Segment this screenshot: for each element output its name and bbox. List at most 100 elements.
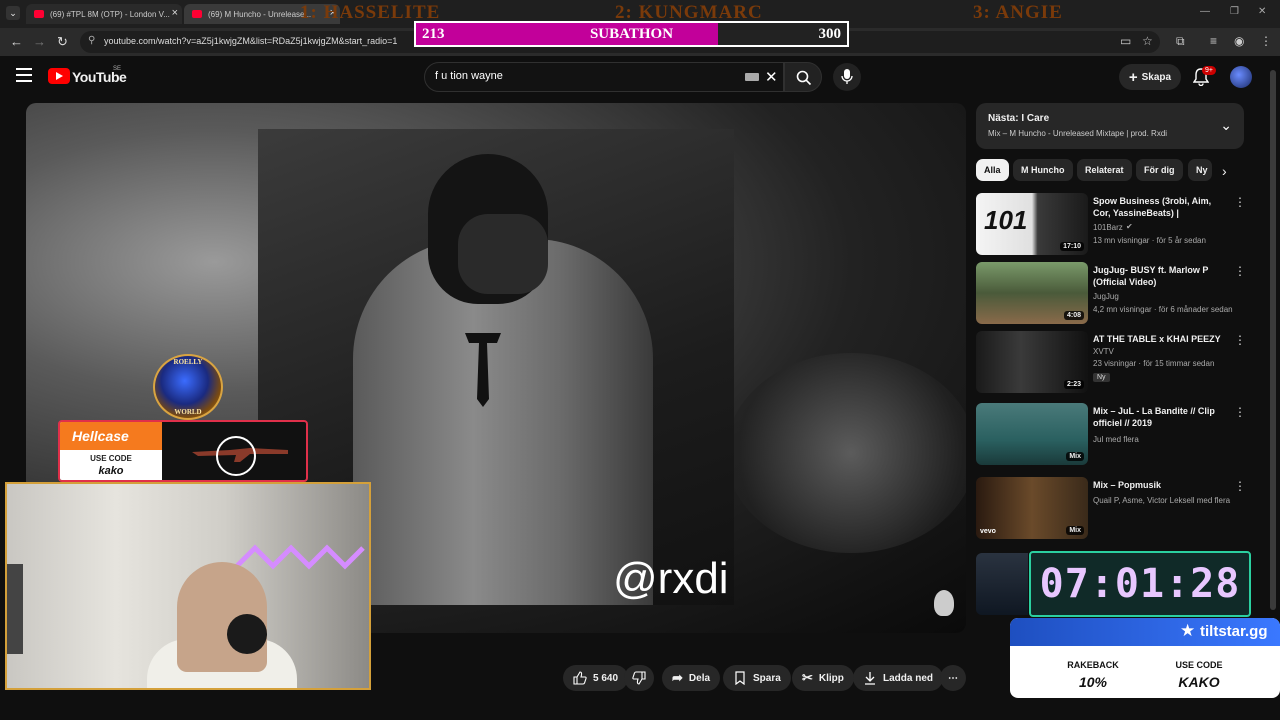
tab-search-button[interactable]: ⌄ [6,6,20,20]
tiltstar-header: ★ tiltstar.gg [1010,618,1280,646]
create-button[interactable]: + Skapa [1119,64,1181,90]
video-meta: 4,2 mn visningar · för 6 månader sedan [1093,305,1233,314]
clip-button[interactable]: ✂ Klipp [792,665,854,691]
search-box[interactable]: ✕ [424,62,784,92]
video-title[interactable]: JugJug- BUSY ft. Marlow P (Official Vide… [1093,264,1229,288]
more-vertical-icon[interactable]: ⋮ [1234,479,1246,493]
chip-related[interactable]: Relaterat [1077,159,1132,181]
recommendation-item[interactable]: 4:08 JugJug- BUSY ft. Marlow P (Official… [976,262,1246,324]
video-duration: 17:10 [1060,242,1084,251]
video-thumbnail[interactable]: Mix [976,403,1088,465]
channel-name[interactable]: JugJug [1093,292,1119,301]
channel-name[interactable]: 101Barz [1093,223,1123,232]
up-next-title: Nästa: I Care [988,113,1050,124]
video-thumbnail[interactable]: 4:08 [976,262,1088,324]
bookmark-star-icon[interactable]: ☆ [1142,34,1153,48]
more-vertical-icon[interactable]: ⋮ [1234,264,1246,278]
youtube-logo-icon[interactable] [48,68,70,84]
download-button[interactable]: Ladda ned [853,665,944,691]
video-title[interactable]: AT THE TABLE x KHAI PEEZY [1093,333,1229,345]
crosshair-icon [216,436,256,476]
chevron-down-icon[interactable]: ⌄ [1220,117,1232,134]
dislike-button[interactable] [624,665,654,691]
recommendation-item[interactable]: vevo Mix Mix – Popmusik Quail P, Asme, V… [976,477,1246,539]
browser-tab[interactable]: (69) #TPL 8M (OTP) - London V... × [26,4,182,24]
recommendation-item[interactable]: 2:23 AT THE TABLE x KHAI PEEZY XVTV 23 v… [976,331,1246,393]
save-button[interactable]: Spara [723,665,791,691]
timer-value: 07:01:28 [1039,561,1241,607]
thumbs-down-icon [632,671,646,685]
tiltstar-brand: tiltstar.gg [1200,623,1268,640]
close-window-icon[interactable]: ✕ [1258,6,1266,17]
voice-search-button[interactable] [833,63,861,91]
cast-icon[interactable]: ▭ [1120,34,1131,48]
channel-name[interactable]: Quail P, Asme, Victor Leksell med flera [1093,496,1230,505]
site-info-icon[interactable]: ⚲ [88,35,95,46]
video-thumbnail[interactable]: 101 17:10 [976,193,1088,255]
browser-tab-active[interactable]: (69) M Huncho - Unrelease... × [184,4,340,24]
chip-all[interactable]: Alla [976,159,1009,181]
video-thumbnail[interactable] [976,553,1028,615]
more-actions-button[interactable]: ⋯ [940,665,966,691]
rakeback-label: RAKEBACK [1067,660,1119,670]
menu-dots-icon[interactable]: ⋮ [1260,34,1272,48]
youtube-favicon-icon [34,10,44,18]
chip-new[interactable]: Ny [1188,159,1212,181]
video-duration: 2:23 [1063,380,1084,389]
bookmark-icon [735,671,745,685]
subathon-right-value: 300 [818,26,842,42]
hellcase-brand: Hellcase [60,422,162,450]
up-next-panel[interactable]: Nästa: I Care Mix – M Huncho - Unrelease… [976,103,1244,149]
close-tab-icon[interactable]: × [330,7,336,19]
more-vertical-icon[interactable]: ⋮ [1234,333,1246,347]
video-title[interactable]: Spow Business (3robi, Aim, Cor, YassineB… [1093,195,1229,219]
video-title[interactable]: Mix – JuL - La Bandite // Clip officiel … [1093,405,1229,429]
channel-name[interactable]: Jul med flera [1093,435,1139,444]
scrollbar[interactable] [1270,70,1276,610]
video-title[interactable]: Mix – Popmusik [1093,479,1229,491]
neon-led-lights-icon [235,544,365,570]
chip-m-huncho[interactable]: M Huncho [1013,159,1073,181]
chevron-right-icon[interactable]: › [1222,163,1227,179]
notification-count-badge: 9+ [1202,66,1216,75]
reload-icon[interactable]: ↻ [57,34,68,50]
trapstar-t-logo-icon [465,333,501,407]
use-code-label: USE CODE [1175,660,1223,670]
webcam-shelf [7,564,23,654]
clear-search-icon[interactable]: ✕ [765,68,778,86]
mix-badge: Mix [1066,526,1084,535]
search-input[interactable] [435,70,735,82]
close-tab-icon[interactable]: × [172,7,178,19]
like-button[interactable]: 5 640 [563,665,629,691]
recommendation-item[interactable]: Mix Mix – JuL - La Bandite // Clip offic… [976,403,1246,465]
share-icon: ➦ [672,670,683,685]
forward-icon[interactable]: → [33,34,46,49]
alien-icon [934,590,954,616]
media-icon[interactable]: ≡ [1210,34,1217,48]
maximize-icon[interactable]: ❐ [1230,6,1239,17]
chip-for-you[interactable]: För dig [1136,159,1183,181]
more-vertical-icon[interactable]: ⋮ [1234,405,1246,419]
extensions-icon[interactable]: ⧉ [1176,34,1185,49]
microphone-icon [841,69,853,84]
youtube-favicon-icon [192,10,202,18]
recommendation-item[interactable]: 101 17:10 Spow Business (3robi, Aim, Cor… [976,193,1246,255]
share-button[interactable]: ➦ Dela [662,665,721,691]
download-icon [865,672,875,685]
back-icon[interactable]: ← [10,34,23,49]
youtube-header: YouTube SE ✕ + Skapa 9+ [0,56,1280,98]
hellcase-sponsor-panel: Hellcase USE CODE kako [58,420,308,482]
search-button[interactable] [784,62,822,92]
channel-name[interactable]: XVTV [1093,347,1114,356]
account-avatar[interactable] [1230,66,1252,88]
minimize-icon[interactable]: — [1200,6,1210,17]
video-meta: 13 mn visningar · för 5 år sedan [1093,236,1206,245]
keyboard-icon[interactable] [745,73,759,81]
menu-icon[interactable] [16,68,32,82]
profile-icon[interactable]: ◉ [1234,34,1244,48]
video-thumbnail[interactable]: 2:23 [976,331,1088,393]
video-thumbnail[interactable]: vevo Mix [976,477,1088,539]
more-vertical-icon[interactable]: ⋮ [1234,195,1246,209]
plus-icon: + [1128,68,1138,86]
search-icon [796,70,812,86]
